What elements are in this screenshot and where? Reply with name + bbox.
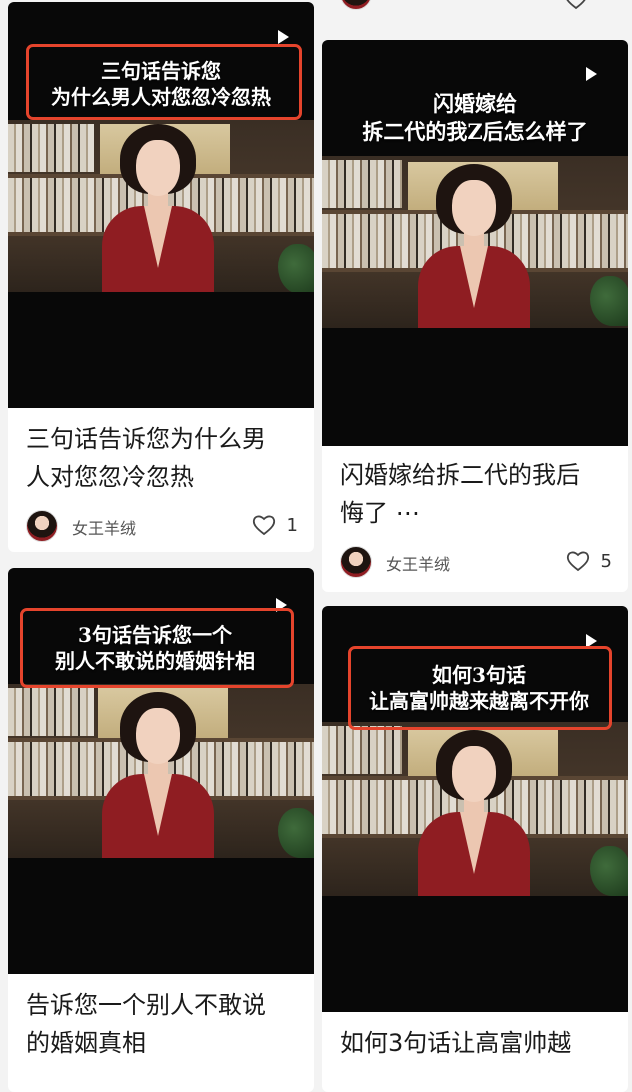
presenter: [414, 730, 534, 896]
like-count: 1: [286, 515, 298, 536]
author-name[interactable]: 女王羊绒: [386, 551, 450, 575]
heart-icon[interactable]: [564, 0, 588, 10]
heart-icon[interactable]: [566, 550, 590, 572]
video-caption: 闪婚嫁给 拆二代的我Z后怎么样了: [362, 91, 588, 144]
author-name[interactable]: 女王羊绒: [72, 515, 136, 539]
presenter: [98, 124, 218, 292]
video-scene: [322, 722, 628, 896]
author-row: 女王羊绒 1: [26, 510, 298, 542]
presenter: [414, 164, 534, 328]
avatar[interactable]: [340, 546, 372, 578]
like-count: 5: [600, 551, 612, 572]
video-thumbnail[interactable]: 闪婚嫁给 拆二代的我Z后怎么样了: [322, 40, 628, 446]
card-title[interactable]: 如何3句话让高富帅越: [340, 1024, 614, 1062]
card-title[interactable]: 告诉您一个别人不敢说 的婚姻真相: [26, 986, 300, 1062]
video-caption: 如何3句话 让高富帅越来越离不开你: [369, 663, 589, 713]
video-thumbnail[interactable]: 3句话告诉您一个 别人不敢说的婚姻针相: [8, 568, 314, 974]
video-caption: 3句话告诉您一个 别人不敢说的婚姻针相: [55, 623, 255, 673]
play-icon[interactable]: [586, 67, 597, 81]
video-caption: 三句话告诉您 为什么男人对您忽冷忽热: [51, 59, 271, 109]
video-thumbnail[interactable]: 三句话告诉您 为什么男人对您忽冷忽热: [8, 2, 314, 408]
video-thumbnail[interactable]: 如何3句话 让高富帅越来越离不开你: [322, 606, 628, 1012]
video-card[interactable]: 3句话告诉您一个 别人不敢说的婚姻针相 告诉您一个别人不敢说 的婚姻真相: [8, 568, 314, 1092]
video-scene: [8, 120, 314, 292]
author-row: 女王羊绒 5: [340, 546, 612, 578]
card-title[interactable]: 闪婚嫁给拆二代的我后 悔了 ⋯: [340, 456, 614, 532]
video-scene: [322, 156, 628, 328]
heart-icon[interactable]: [252, 514, 276, 536]
avatar[interactable]: [340, 0, 372, 10]
card-title[interactable]: 三句话告诉您为什么男 人对您忽冷忽热: [26, 420, 300, 496]
avatar[interactable]: [26, 510, 58, 542]
video-card[interactable]: 闪婚嫁给 拆二代的我Z后怎么样了 闪婚嫁给拆二代的我后 悔了 ⋯ 女王羊绒 5: [322, 40, 628, 592]
video-card[interactable]: 三句话告诉您 为什么男人对您忽冷忽热 三句话告诉您为什么男 人对您忽冷忽热 女王…: [8, 2, 314, 552]
video-card[interactable]: 如何3句话 让高富帅越来越离不开你 如何3句话让高富帅越: [322, 606, 628, 1092]
cut-author-row: [322, 0, 628, 10]
play-icon[interactable]: [278, 30, 289, 44]
video-scene: [8, 684, 314, 858]
presenter: [98, 692, 218, 858]
